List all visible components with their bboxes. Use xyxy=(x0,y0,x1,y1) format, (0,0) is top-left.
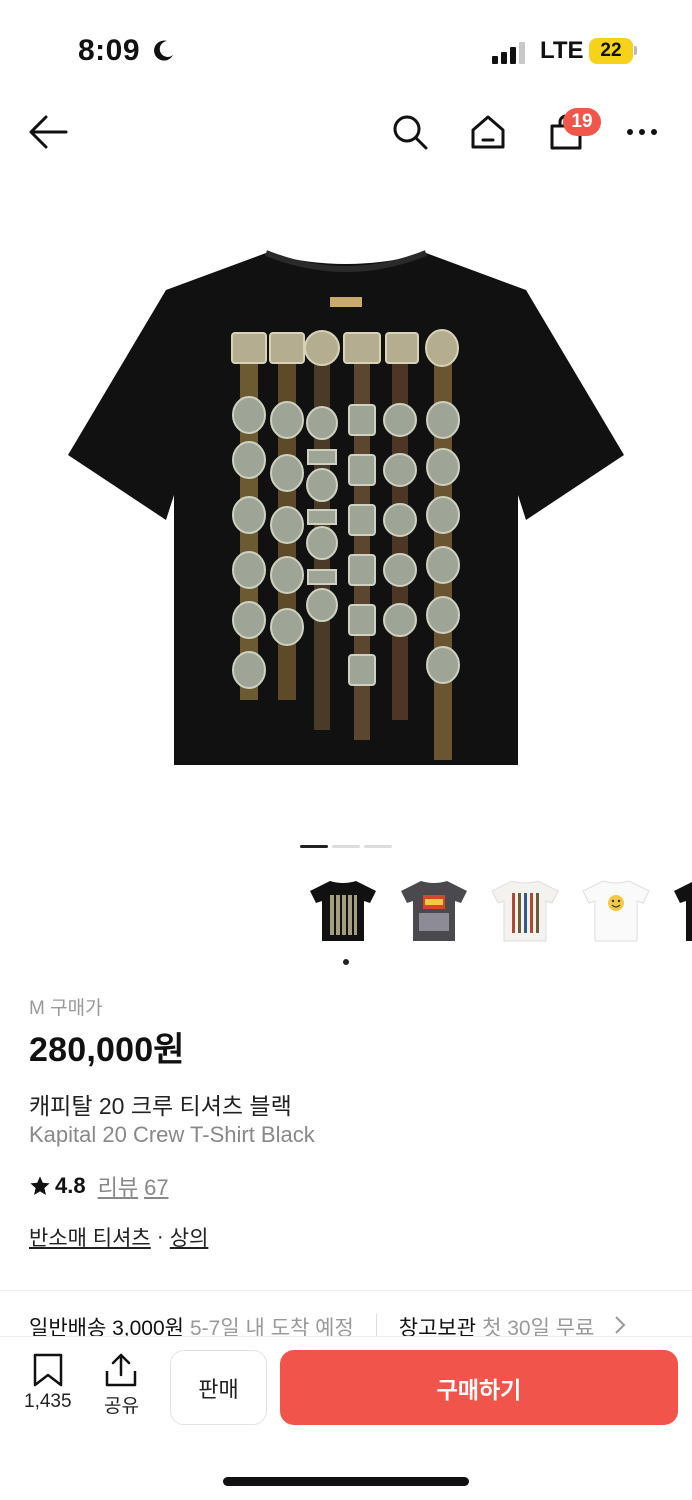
cart-count-badge: 19 xyxy=(563,108,601,136)
review-label: 리뷰 xyxy=(97,1175,139,1200)
bookmark-count: 1,435 xyxy=(24,1391,72,1412)
shipping-row[interactable]: 일반배송 3,000원 5-7일 내 도착 예정 창고보관 첫 30일 무료 xyxy=(29,1312,692,1336)
thumbnail-strip xyxy=(308,876,692,951)
search-icon[interactable] xyxy=(390,112,430,152)
thumbnail-item[interactable] xyxy=(490,876,560,946)
thumbnail-selected-dot xyxy=(343,959,349,965)
page-dot xyxy=(300,845,328,848)
category-separator: · xyxy=(156,1225,164,1248)
bookmark-icon xyxy=(33,1353,63,1387)
shipping-standard-eta: 5-7일 내 도착 예정 xyxy=(190,1317,354,1336)
network-label: LTE xyxy=(540,37,584,64)
chevron-right-icon xyxy=(615,1316,626,1334)
rating-score: 4.8 xyxy=(55,1173,86,1198)
t-shirt-image xyxy=(68,250,624,765)
rating-row: 4.8 리뷰 67 xyxy=(29,1170,175,1202)
price-label: M 구매가 xyxy=(29,998,103,1019)
share-icon xyxy=(106,1353,137,1387)
category-link-secondary[interactable]: 상의 xyxy=(170,1222,209,1252)
review-link[interactable]: 리뷰 67 xyxy=(98,1170,175,1202)
home-icon[interactable] xyxy=(468,112,508,152)
section-divider xyxy=(0,1290,692,1291)
warehouse-label: 창고보관 xyxy=(398,1317,477,1336)
bookmark-button[interactable]: 1,435 xyxy=(24,1353,72,1413)
price: 280,000원 xyxy=(29,1031,185,1069)
thumbnail-item[interactable] xyxy=(308,876,378,946)
star-icon xyxy=(30,1176,50,1195)
thumbnail-item[interactable] xyxy=(672,876,692,946)
warehouse-note: 첫 30일 무료 xyxy=(482,1317,595,1336)
page-dot xyxy=(364,845,392,848)
image-page-indicator xyxy=(300,845,392,848)
page-dot xyxy=(332,845,360,848)
share-button[interactable]: 공유 xyxy=(104,1353,139,1418)
status-bar: 8:09 LTE 22 xyxy=(0,0,692,100)
shipping-separator xyxy=(375,1314,377,1336)
moon-icon xyxy=(154,40,173,61)
shipping-standard-label: 일반배송 3,000원 xyxy=(29,1317,184,1336)
more-icon[interactable] xyxy=(622,112,662,152)
bottom-action-bar: 1,435 공유 판매 구매하기 xyxy=(0,1336,692,1500)
home-indicator xyxy=(223,1477,469,1486)
product-title-korean: 캐피탈 20 크루 티셔츠 블랙 xyxy=(29,1093,292,1119)
share-label: 공유 xyxy=(104,1396,139,1417)
thumbnail-item[interactable] xyxy=(399,876,469,946)
battery-icon: 22 xyxy=(589,38,633,64)
buy-button[interactable]: 구매하기 xyxy=(280,1350,678,1425)
category-link-primary[interactable]: 반소매 티셔츠 xyxy=(29,1222,151,1252)
product-image[interactable] xyxy=(0,180,692,830)
product-title-english: Kapital 20 Crew T-Shirt Black xyxy=(29,1122,315,1147)
thumbnail-item[interactable] xyxy=(581,876,651,946)
back-arrow-icon[interactable] xyxy=(28,112,68,152)
category-breadcrumb: 반소매 티셔츠 · 상의 xyxy=(29,1222,208,1252)
sell-button[interactable]: 판매 xyxy=(170,1350,267,1425)
battery-nub xyxy=(634,46,637,55)
review-count: 67 xyxy=(144,1175,169,1200)
status-time: 8:09 xyxy=(78,34,141,67)
signal-icon xyxy=(492,40,525,64)
